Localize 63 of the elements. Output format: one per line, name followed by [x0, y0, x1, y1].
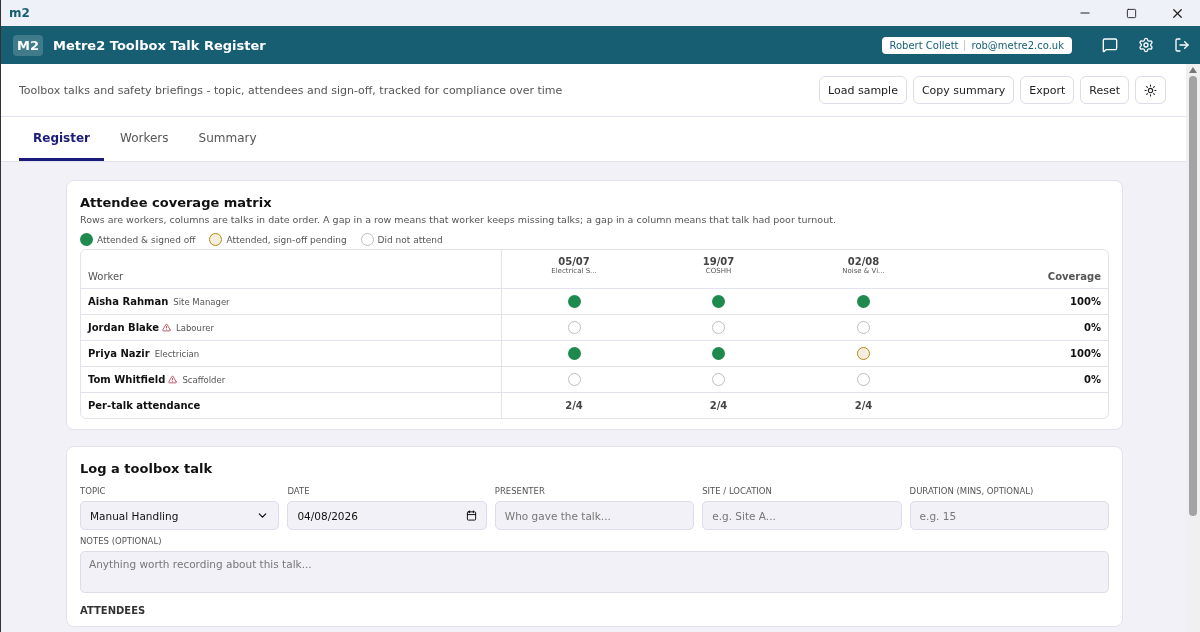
attendance-dot	[209, 233, 223, 246]
field-label: PRESENTER	[494, 486, 546, 496]
worker-name: Aisha Rahman	[88, 296, 169, 307]
legend-label: Attended & signed off	[97, 234, 196, 245]
attendance-count: 2/4	[565, 400, 583, 411]
action-button[interactable]: Reset	[1080, 76, 1129, 104]
user-pill: Robert Collett rob@metre2.co.uk	[881, 36, 1072, 54]
tab[interactable]: Workers	[106, 117, 183, 161]
logout-icon[interactable]	[1174, 37, 1190, 53]
attendance-dot	[80, 233, 93, 246]
card-description: Rows are workers, columns are talks in date order. A gap in a row means that worker keeps missing talks; a gap in a column means that talk had poor turnout.	[80, 214, 837, 225]
scroll-up-icon[interactable]	[1189, 67, 1197, 73]
legend-label: Attended, sign-off pending	[226, 234, 347, 245]
attendance-count: 2/4	[854, 400, 873, 411]
coverage-value: 0%	[1084, 322, 1101, 333]
settings-icon[interactable]	[1138, 37, 1154, 53]
talk-date: 19/07	[702, 256, 735, 267]
theme-button[interactable]	[1135, 76, 1166, 104]
tab[interactable]: Register	[19, 117, 105, 161]
tab[interactable]: Summary	[184, 117, 271, 161]
talk-date: 05/07	[558, 256, 590, 267]
notes-field[interactable]: Anything worth recording about this talk...	[80, 551, 1109, 593]
legend-label: Did not attend	[377, 234, 443, 245]
column-header: Worker	[88, 271, 124, 282]
attendance-count: 2/4	[709, 400, 728, 411]
worker-role: Scaffolder	[182, 374, 226, 385]
action-button[interactable]: Copy summary	[912, 76, 1015, 104]
row-label: Per-talk attendance	[88, 400, 201, 411]
section-heading: ATTENDEES	[80, 605, 147, 616]
card-title: Attendee coverage matrix	[80, 195, 273, 210]
worker-name: Priya Nazir	[88, 348, 150, 359]
coverage-value: 100%	[1070, 348, 1101, 359]
scrollbar-thumb[interactable]	[1189, 76, 1197, 516]
field-label: NOTES (OPTIONAL)	[80, 536, 163, 546]
app-logo: m2	[9, 6, 30, 20]
app-badge: M2	[13, 34, 43, 56]
app-title: Metre2 Toolbox Talk Register	[53, 37, 267, 53]
input-field[interactable]: Who gave the talk...	[494, 501, 695, 530]
page-subtitle: Toolbox talks and safety briefings - topic, attendees and sign-off, tracked for compliance over time	[19, 83, 564, 97]
action-button[interactable]: Export	[1020, 76, 1075, 104]
input-field[interactable]: e.g. 15	[909, 501, 1109, 530]
topic-select[interactable]: Manual Handling	[80, 501, 280, 530]
coverage-value: 0%	[1084, 374, 1101, 385]
chat-icon[interactable]	[1102, 37, 1118, 53]
worker-name: Jordan Blake	[88, 322, 159, 333]
column-header: Coverage	[1047, 271, 1101, 282]
date-field[interactable]: 04/08/2026	[287, 501, 487, 530]
worker-role: Site Manager	[173, 296, 230, 307]
worker-role: Electrician	[154, 348, 200, 359]
field-label: TOPIC	[80, 486, 107, 496]
worker-name: Tom Whitfield	[88, 374, 166, 385]
calendar-icon[interactable]	[465, 510, 477, 521]
talk-date: 02/08	[847, 256, 880, 267]
coverage-value: 100%	[1070, 296, 1101, 307]
action-button[interactable]: Load sample	[819, 76, 907, 104]
input-field[interactable]: e.g. Site A...	[702, 501, 902, 530]
card-title: Log a toolbox talk	[80, 461, 214, 476]
field-label: SITE / LOCATION	[702, 486, 773, 496]
worker-role: Labourer	[176, 322, 214, 333]
sun-icon	[1144, 83, 1157, 97]
field-label: DURATION (MINS, OPTIONAL)	[909, 486, 1035, 496]
field-label: DATE	[287, 486, 311, 496]
attendance-dot	[360, 233, 374, 246]
